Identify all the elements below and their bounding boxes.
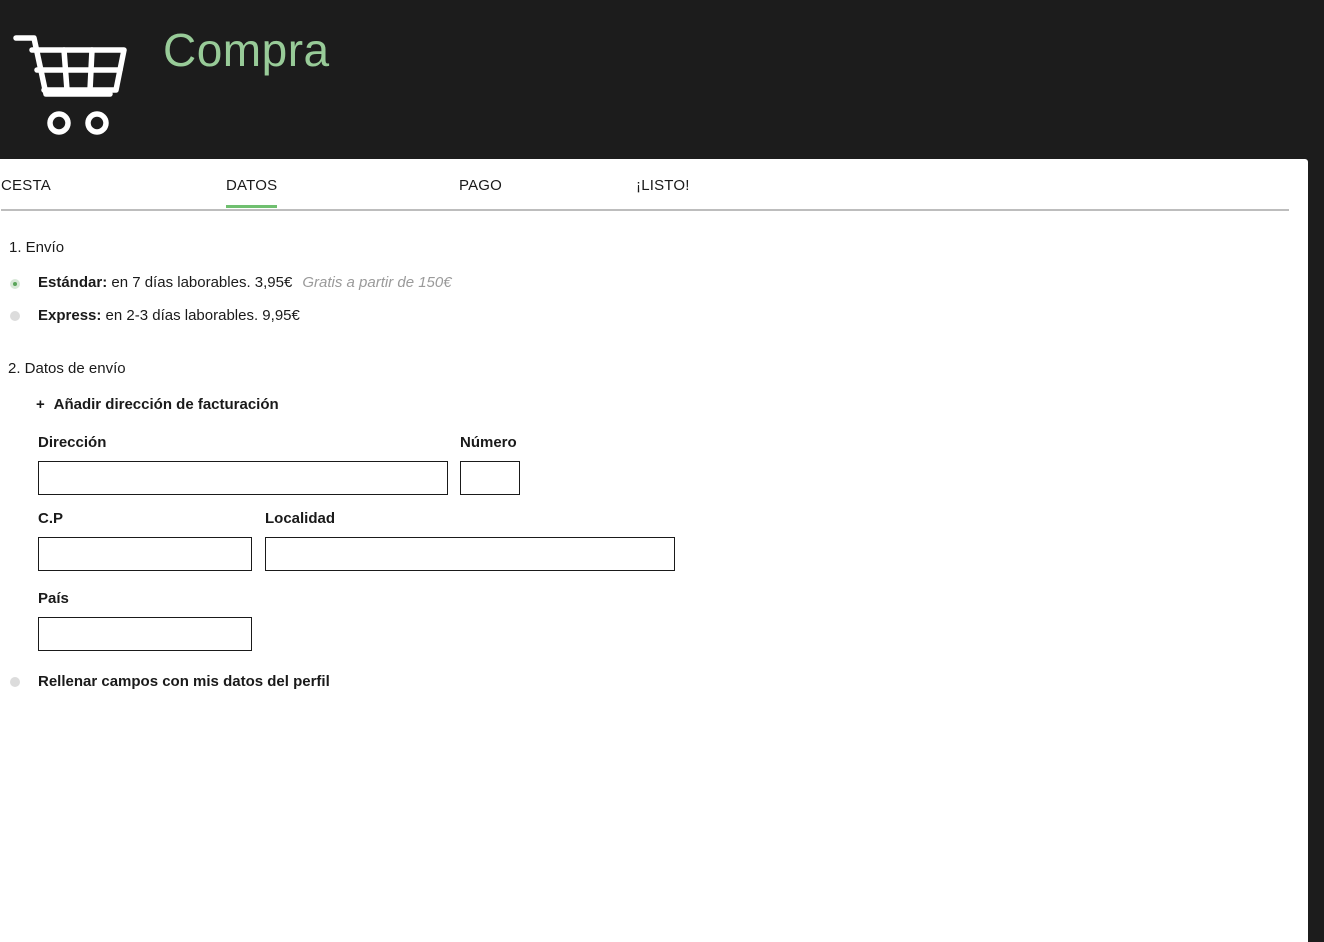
shipping-section-title: 1. Envío	[9, 239, 65, 256]
shopping-cart-icon	[13, 35, 127, 135]
localidad-label: Localidad	[265, 510, 336, 527]
shipping-option-detail: en 7 días laborables. 3,95€	[107, 274, 293, 291]
tab-datos[interactable]: DATOS	[226, 177, 278, 208]
page-title: Compra	[163, 24, 330, 76]
plus-icon: +	[36, 396, 45, 413]
shipping-option-name: Express:	[38, 307, 102, 324]
shipping-express-radio[interactable]	[10, 311, 20, 321]
radio-selected-dot	[13, 282, 17, 286]
add-billing-address-button[interactable]: + Añadir dirección de facturación	[36, 396, 279, 413]
tab-pago[interactable]: PAGO	[459, 177, 502, 207]
checkout-steps-tabs: CESTA DATOS PAGO ¡LISTO!	[1, 159, 1289, 211]
numero-label: Número	[460, 434, 517, 451]
numero-input[interactable]	[460, 461, 520, 495]
pais-input[interactable]	[38, 617, 252, 651]
prefill-profile-radio[interactable]	[10, 677, 20, 687]
direccion-input[interactable]	[38, 461, 448, 495]
cp-input[interactable]	[38, 537, 252, 571]
address-section-title: 2. Datos de envío	[8, 360, 126, 377]
direccion-label: Dirección	[38, 434, 107, 451]
app-header: Compra	[0, 0, 1324, 159]
shipping-option-standard[interactable]: Estándar: en 7 días laborables. 3,95€ Gra…	[38, 274, 452, 291]
tab-listo[interactable]: ¡LISTO!	[636, 177, 690, 207]
free-shipping-hint: Gratis a partir de 150€	[302, 274, 452, 291]
shipping-standard-radio[interactable]	[10, 279, 20, 289]
shipping-option-name: Estándar:	[38, 274, 108, 291]
prefill-profile-label[interactable]: Rellenar campos con mis datos del perfil	[38, 673, 330, 690]
cp-label: C.P	[38, 510, 64, 527]
shipping-option-detail: en 2-3 días laborables. 9,95€	[101, 307, 300, 324]
localidad-input[interactable]	[265, 537, 675, 571]
pais-label: País	[38, 590, 69, 607]
add-billing-address-label: Añadir dirección de facturación	[53, 396, 279, 413]
tab-cesta[interactable]: CESTA	[1, 177, 51, 207]
checkout-panel: CESTA DATOS PAGO ¡LISTO! 1. Envío Estánd…	[0, 159, 1308, 942]
shipping-option-express[interactable]: Express: en 2-3 días laborables. 9,95€	[38, 307, 300, 324]
